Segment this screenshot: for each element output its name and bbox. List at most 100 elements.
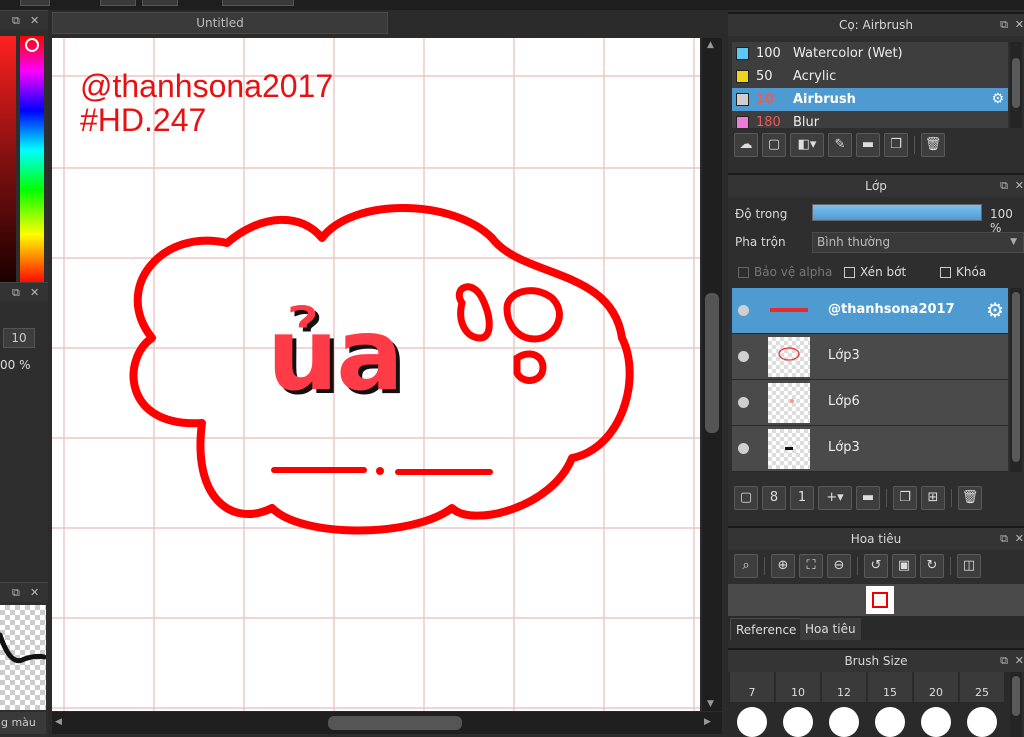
horizontal-scroll-thumb[interactable] [328,716,462,730]
brush-item-acrylic[interactable]: 50 Acrylic [732,65,1008,88]
canvas-vertical-scrollbar[interactable]: ▲ ▼ [702,38,722,711]
document-tab[interactable]: Untitled [52,12,388,34]
blend-mode-select[interactable]: Bình thường ▼ [812,232,1024,253]
new-layer-icon[interactable]: ▢ [734,486,758,510]
brush-list-scrollbar[interactable] [1010,42,1022,128]
tab-navigator[interactable]: Hoa tiêu [800,618,861,640]
zoom-in-icon[interactable]: ⊕ [771,554,795,578]
brush-size-dot[interactable] [875,707,905,737]
new-layer-8bit-icon[interactable]: 8 [762,486,786,510]
close-icon[interactable]: ✕ [1015,528,1024,550]
layer-list[interactable]: @thanhsona2017 ⚙ Lớp3 Lớp6 Lớp3 [732,288,1008,472]
brush-size-cell[interactable]: 20 [914,672,958,702]
layer-opacity-slider[interactable] [812,204,982,221]
brush-item-watercolor[interactable]: 100 Watercolor (Wet) [732,42,1008,65]
popout-icon[interactable]: ⧉ [12,14,20,28]
folder-icon[interactable]: ▬ [856,133,880,157]
new-layer-1bit-icon[interactable]: 1 [790,486,814,510]
brush-list-scroll-thumb[interactable] [1012,58,1020,108]
new-brush-icon[interactable]: ▢ [762,133,786,157]
visibility-eye-icon[interactable] [738,351,749,362]
duplicate-icon[interactable]: ❐ [884,133,908,157]
folder-icon[interactable]: ▬ [856,486,880,510]
reset-view-icon[interactable]: ▣ [892,554,916,578]
toolbar-button[interactable] [222,0,294,6]
visibility-eye-icon[interactable] [738,305,749,316]
scroll-up-arrow-icon[interactable]: ▲ [707,40,714,50]
layer-list-scrollbar[interactable] [1010,288,1022,472]
popout-icon[interactable]: ⧉ [1000,650,1008,672]
layer-row[interactable]: @thanhsona2017 ⚙ [732,288,1008,334]
tab-reference[interactable]: Reference [730,618,803,640]
brush-list[interactable]: 100 Watercolor (Wet) 50 Acrylic 10 Airbr… [732,42,1008,128]
close-icon[interactable]: ✕ [1015,650,1024,672]
brush-type-dropdown-icon[interactable]: ◧▾ [790,133,824,157]
edit-brush-icon[interactable]: ✎ [828,133,852,157]
layer-list-scroll-thumb[interactable] [1012,292,1020,462]
popout-icon[interactable]: ⧉ [1000,175,1008,197]
brush-size-dot[interactable] [921,707,951,737]
lock-checkbox[interactable]: Khóa [940,265,986,279]
close-icon[interactable]: ✕ [30,286,39,299]
toolbar-button[interactable] [100,0,136,6]
protect-alpha-checkbox[interactable]: Bảo vệ alpha [738,265,832,279]
navigator-preview[interactable] [728,584,1024,616]
merge-layer-icon[interactable]: ⊞ [921,486,945,510]
toolbar-button[interactable] [20,0,50,6]
brush-size-scrollbar[interactable] [1010,672,1022,737]
layer-row[interactable]: Lớp3 [732,334,1008,380]
zoom-out-icon[interactable]: ⊖ [827,554,851,578]
popout-icon[interactable]: ⧉ [1000,14,1008,36]
close-icon[interactable]: ✕ [30,14,39,27]
gear-icon[interactable]: ⚙ [991,88,1004,111]
brush-size-cell[interactable]: 15 [868,672,912,702]
popout-icon[interactable]: ⧉ [12,586,20,600]
zoom-search-icon[interactable]: ⌕ [734,554,758,578]
delete-layer-icon[interactable]: 🗑 [958,486,982,510]
scroll-down-arrow-icon[interactable]: ▼ [707,699,714,709]
brush-size-dot[interactable] [967,707,997,737]
brush-size-field[interactable]: 10 [3,328,35,348]
close-icon[interactable]: ✕ [1015,175,1024,197]
close-icon[interactable]: ✕ [1015,14,1024,36]
brush-size-dot[interactable] [783,707,813,737]
brush-item-airbrush[interactable]: 10 Airbrush ⚙ [732,88,1008,111]
scroll-left-arrow-icon[interactable]: ◀ [55,717,62,727]
rotate-left-icon[interactable]: ↺ [864,554,888,578]
brush-size-scroll-thumb[interactable] [1012,676,1020,716]
brush-item-blur[interactable]: 180 Blur [732,111,1008,128]
hue-slider[interactable] [20,36,44,284]
toolbar-button[interactable] [142,0,178,6]
add-layer-dropdown-icon[interactable]: +▾ [818,486,852,510]
vertical-scroll-thumb[interactable] [705,293,719,433]
color-saturation-strip[interactable] [0,36,16,284]
tab-color-palette[interactable]: ng màu [0,712,46,734]
brush-size-dot[interactable] [829,707,859,737]
download-brush-icon[interactable]: ☁ [734,133,758,157]
brush-size-cell[interactable]: 7 [730,672,774,702]
brush-size-cell[interactable]: 12 [822,672,866,702]
canvas-horizontal-scrollbar[interactable]: ◀ ▶ [52,712,722,734]
brush-size-dot[interactable] [737,707,767,737]
flip-horizontal-icon[interactable]: ◫ [957,554,981,578]
visibility-eye-icon[interactable] [738,397,749,408]
layer-row[interactable]: Lớp3 [732,426,1008,472]
rotate-right-icon[interactable]: ↻ [920,554,944,578]
close-icon[interactable]: ✕ [30,586,39,599]
underline-dot [376,467,384,475]
fit-screen-icon[interactable]: ⛶ [799,554,823,578]
duplicate-layer-icon[interactable]: ❐ [893,486,917,510]
layer-row[interactable]: Lớp6 [732,380,1008,426]
popout-icon[interactable]: ⧉ [12,286,20,300]
delete-icon[interactable]: 🗑 [921,133,945,157]
hue-selector-handle[interactable] [25,38,39,52]
brush-size-cell[interactable]: 25 [960,672,1004,702]
popout-icon[interactable]: ⧉ [1000,528,1008,550]
clipping-checkbox[interactable]: Xén bớt [844,265,906,279]
scroll-right-arrow-icon[interactable]: ▶ [704,717,711,727]
visibility-eye-icon[interactable] [738,443,749,454]
gear-icon[interactable]: ⚙ [986,298,1004,322]
brush-size-cell[interactable]: 10 [776,672,820,702]
navigator-thumbnail[interactable] [866,586,894,614]
drawing-canvas[interactable]: @thanhsona2017 #HD.247 ủa [52,38,700,711]
